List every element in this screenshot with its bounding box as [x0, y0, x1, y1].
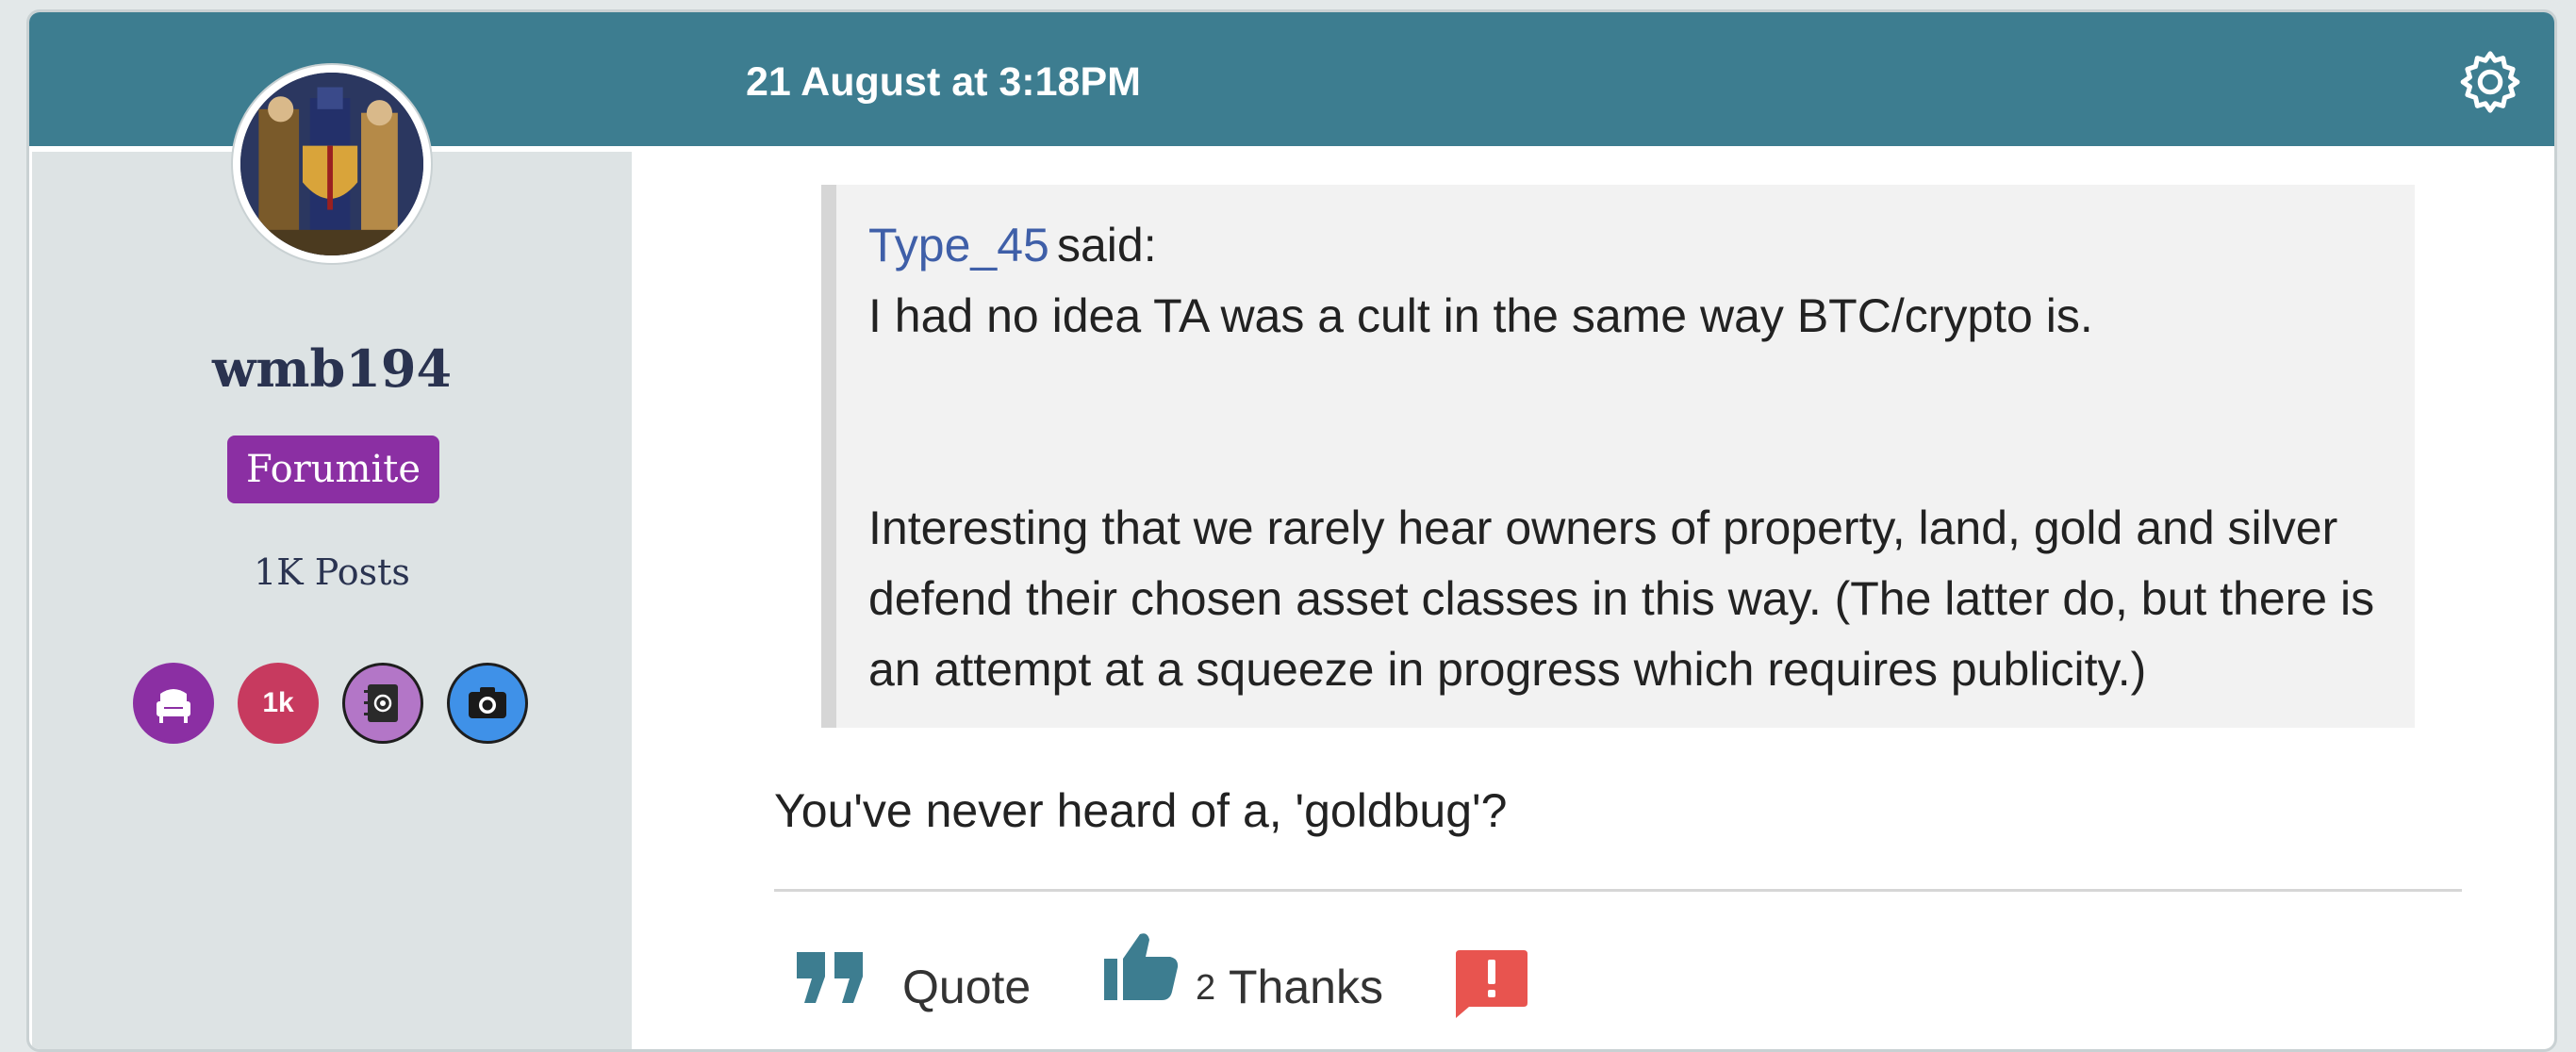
- rank-badge: Forumite: [227, 436, 439, 503]
- post-date[interactable]: 21 August at 3:18PM: [746, 59, 1141, 106]
- quote-icon[interactable]: [795, 950, 867, 1010]
- avatar-image: [240, 73, 423, 255]
- post-count[interactable]: 1K Posts: [32, 551, 632, 593]
- quote-button[interactable]: Quote: [902, 960, 1031, 1014]
- quote-author-link[interactable]: Type_45: [868, 218, 1049, 272]
- thanks-count: 2: [1196, 968, 1216, 1008]
- camera-icon[interactable]: [447, 663, 528, 744]
- quote-said-label: said:: [1057, 219, 1157, 271]
- quote-text-paragraph: Interesting that we rarely hear owners o…: [868, 501, 2375, 696]
- username[interactable]: wmb194: [32, 338, 632, 399]
- thumbs-up-icon[interactable]: [1102, 930, 1181, 1007]
- post-card: 21 August at 3:18PM wmb194 Forumite 1K P…: [26, 9, 2557, 1052]
- thanks-button[interactable]: Thanks: [1229, 960, 1383, 1014]
- report-icon[interactable]: [1456, 950, 1527, 1023]
- gear-icon[interactable]: [2454, 46, 2526, 118]
- address-book-icon[interactable]: [342, 663, 423, 744]
- avatar[interactable]: [233, 65, 431, 263]
- divider: [774, 889, 2462, 892]
- quote-text-line: I had no idea TA was a cult in the same …: [868, 289, 2093, 342]
- user-sidebar: [32, 152, 632, 1049]
- 1k-posts-badge[interactable]: 1k: [238, 663, 319, 744]
- post-body: You've never heard of a, 'goldbug'?: [774, 784, 1508, 837]
- armchair-icon[interactable]: [133, 663, 214, 744]
